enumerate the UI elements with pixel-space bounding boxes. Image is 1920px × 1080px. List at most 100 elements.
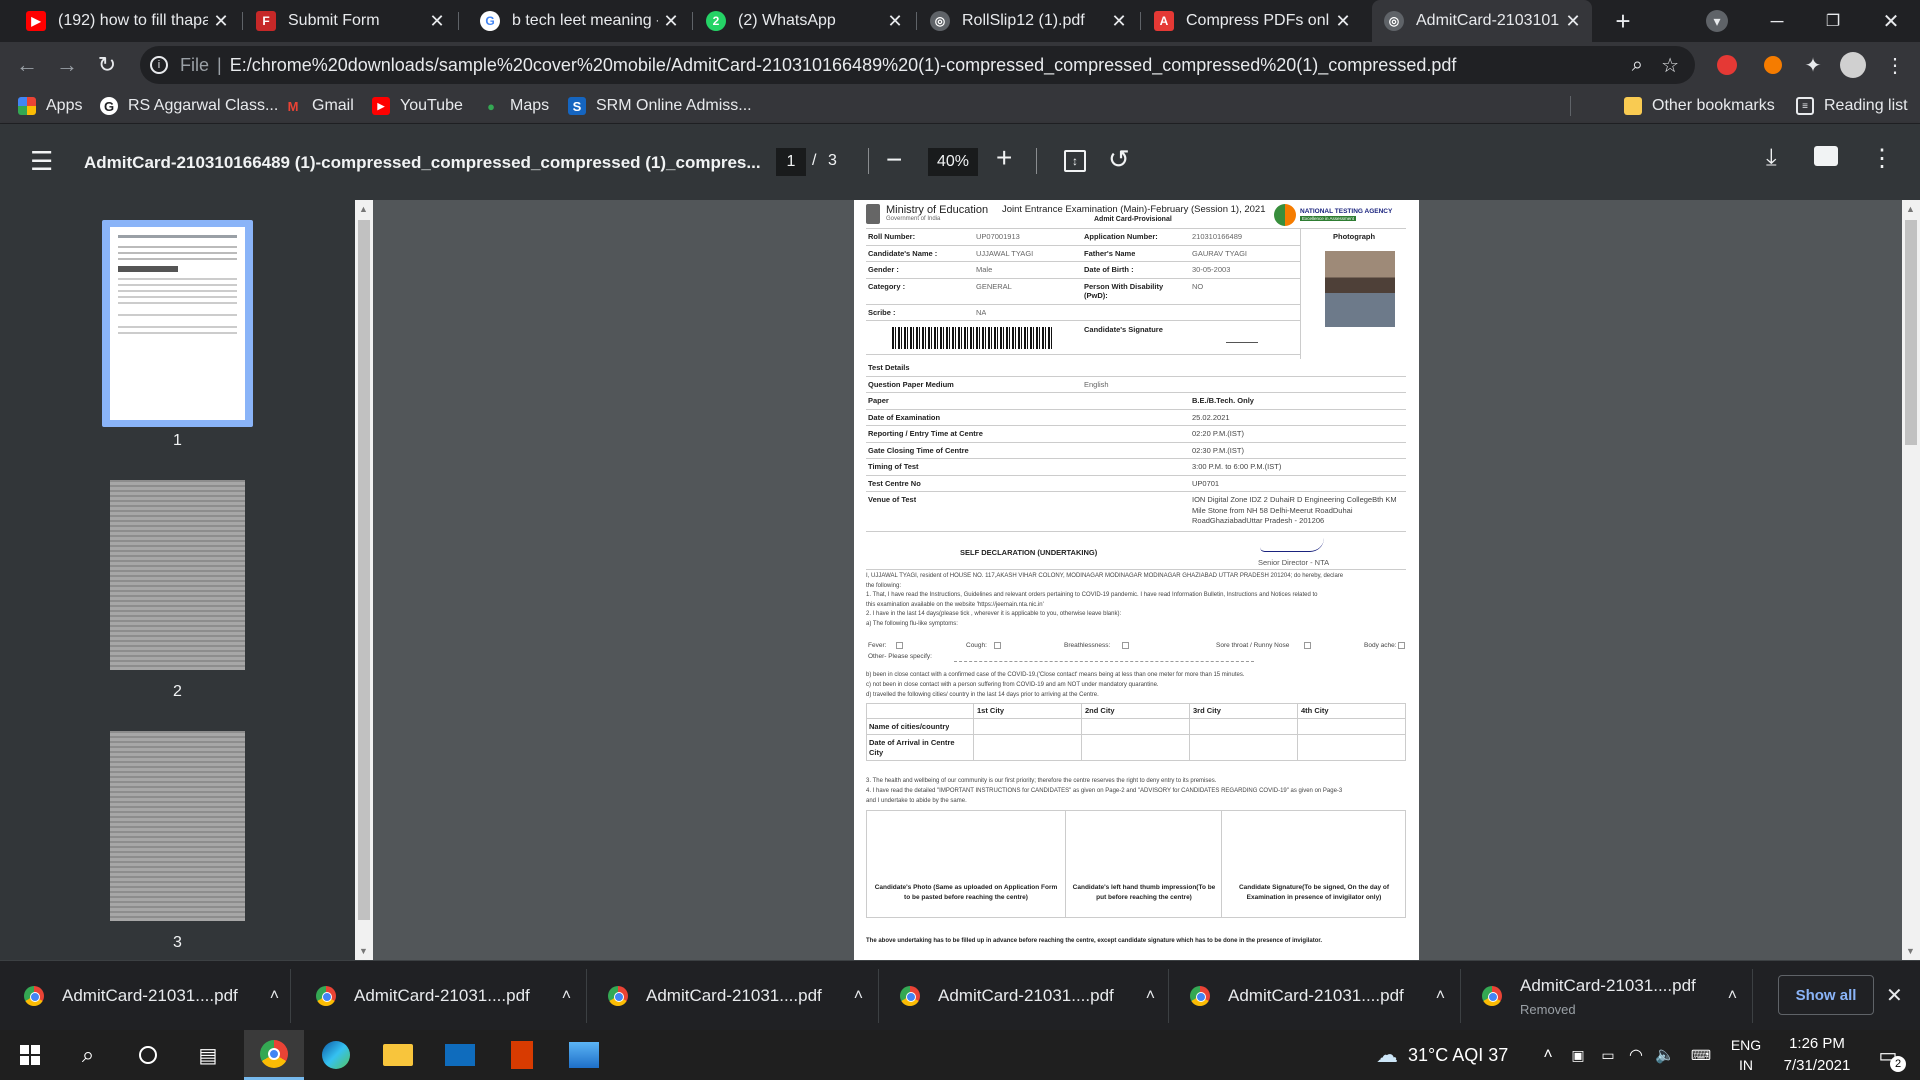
extension-red-icon[interactable]: [1712, 50, 1742, 80]
close-icon[interactable]: ✕: [1560, 11, 1586, 32]
chevron-up-icon[interactable]: ˄: [1536, 1030, 1560, 1080]
bookmark-gmail[interactable]: M Gmail: [284, 94, 354, 118]
bookmark-maps[interactable]: ● Maps: [482, 94, 549, 118]
close-icon[interactable]: ✕: [1330, 11, 1356, 32]
close-icon[interactable]: ✕: [658, 11, 684, 32]
scrollbar-thumb[interactable]: [1905, 220, 1917, 445]
keyboard-icon[interactable]: ⌨: [1684, 1030, 1718, 1080]
task-view-icon[interactable]: ▤: [184, 1030, 232, 1080]
zoom-in-button[interactable]: +: [996, 142, 1012, 174]
bookmark-apps[interactable]: Apps: [18, 94, 82, 118]
taskbar-photos[interactable]: [554, 1030, 614, 1080]
taskbar-mail[interactable]: [430, 1030, 490, 1080]
thumbnail-page-3[interactable]: [110, 731, 245, 921]
chevron-up-icon[interactable]: ˄: [270, 987, 279, 1005]
menu-icon[interactable]: ☰: [30, 146, 53, 177]
language-indicator[interactable]: ENG IN: [1724, 1030, 1768, 1080]
tab-submit-form[interactable]: F Submit Form ✕: [244, 0, 456, 42]
start-button[interactable]: [6, 1030, 54, 1080]
close-icon[interactable]: ✕: [882, 11, 908, 32]
close-icon[interactable]: ✕: [208, 11, 234, 32]
symptom-checkbox[interactable]: [1398, 642, 1405, 649]
right-scrollbar[interactable]: ▲ ▼: [1902, 200, 1920, 960]
tab-youtube[interactable]: ▶ (192) how to fill thapar ✕: [14, 0, 240, 42]
print-icon[interactable]: [1814, 146, 1838, 166]
battery-icon[interactable]: ▭: [1594, 1030, 1622, 1080]
tab-rollslip[interactable]: ◎ RollSlip12 (1).pdf ✕: [918, 0, 1138, 42]
minimize-button[interactable]: ─: [1762, 6, 1792, 36]
scroll-up-icon[interactable]: ▲: [1906, 204, 1915, 214]
symptom-checkbox[interactable]: [1122, 642, 1129, 649]
wifi-icon[interactable]: ◠: [1624, 1030, 1648, 1080]
address-bar[interactable]: i File | E:/chrome%20downloads/sample%20…: [140, 46, 1695, 84]
chevron-up-icon[interactable]: ˄: [1728, 987, 1737, 1005]
new-tab-button[interactable]: +: [1608, 6, 1638, 36]
download-item-removed[interactable]: AdmitCard-21031....pdf Removed ˄: [1482, 961, 1737, 1031]
download-item[interactable]: AdmitCard-21031....pdf ˄: [608, 961, 863, 1031]
download-item[interactable]: AdmitCard-21031....pdf ˄: [1190, 961, 1445, 1031]
tab-google-search[interactable]: G b tech leet meaning - ✕: [468, 0, 690, 42]
taskbar-office[interactable]: [492, 1030, 552, 1080]
chevron-up-icon[interactable]: ˄: [1436, 987, 1445, 1005]
volume-icon[interactable]: 🔈: [1650, 1030, 1680, 1080]
zoom-input[interactable]: 40%: [928, 148, 978, 176]
tab-whatsapp[interactable]: 2 (2) WhatsApp ✕: [694, 0, 914, 42]
reading-list[interactable]: ≡ Reading list: [1796, 94, 1908, 118]
restore-button[interactable]: ❐: [1818, 6, 1848, 36]
close-downloads-icon[interactable]: ✕: [1886, 983, 1903, 1008]
left-scrollbar[interactable]: ▲ ▼: [355, 200, 373, 960]
rotate-icon[interactable]: ↺: [1108, 144, 1130, 175]
scroll-down-icon[interactable]: ▼: [359, 946, 368, 956]
taskbar-chrome[interactable]: [244, 1030, 304, 1080]
bookmark-srm[interactable]: S SRM Online Admiss...: [568, 94, 752, 118]
tab-compress-pdf[interactable]: A Compress PDFs online ✕: [1142, 0, 1362, 42]
back-button[interactable]: ←: [12, 50, 42, 80]
download-item[interactable]: AdmitCard-21031....pdf ˄: [316, 961, 571, 1031]
scrollbar-thumb[interactable]: [358, 220, 370, 920]
clock[interactable]: 1:26 PM 7/31/2021: [1772, 1030, 1862, 1080]
close-icon[interactable]: ✕: [1106, 11, 1132, 32]
download-item[interactable]: AdmitCard-21031....pdf ˄: [900, 961, 1155, 1031]
show-all-button[interactable]: Show all: [1778, 975, 1874, 1015]
symptom-checkbox[interactable]: [896, 642, 903, 649]
cortana-button[interactable]: [124, 1030, 172, 1080]
profile-avatar[interactable]: [1838, 50, 1868, 80]
chevron-up-icon[interactable]: ˄: [562, 987, 571, 1005]
reload-button[interactable]: ↻: [92, 50, 122, 80]
thumbnail-page-2[interactable]: [110, 480, 245, 670]
download-item[interactable]: AdmitCard-21031....pdf ˄: [24, 961, 279, 1031]
scroll-down-icon[interactable]: ▼: [1906, 946, 1915, 956]
forward-button[interactable]: →: [52, 50, 82, 80]
symptom-checkbox[interactable]: [1304, 642, 1311, 649]
chevron-up-icon[interactable]: ˄: [854, 987, 863, 1005]
close-window-button[interactable]: ✕: [1876, 6, 1906, 36]
thumbnail-page-1[interactable]: [110, 227, 245, 420]
notification-center[interactable]: ▭ 2: [1868, 1030, 1908, 1080]
bookmark-rs-aggarwal[interactable]: G RS Aggarwal Class...: [100, 94, 278, 118]
info-icon[interactable]: i: [150, 56, 168, 74]
bookmark-youtube[interactable]: ▶ YouTube: [372, 94, 463, 118]
more-actions-icon[interactable]: ⋮: [1870, 144, 1894, 173]
fit-page-icon[interactable]: ↕: [1064, 150, 1086, 172]
taskbar-edge[interactable]: [306, 1030, 366, 1080]
search-icon[interactable]: ⌕: [64, 1030, 112, 1080]
download-icon[interactable]: ⤓: [1766, 144, 1777, 172]
zoom-out-button[interactable]: −: [886, 144, 902, 176]
chevron-up-icon[interactable]: ˄: [1146, 987, 1155, 1005]
scroll-up-icon[interactable]: ▲: [359, 204, 368, 214]
extensions-puzzle-icon[interactable]: ✦: [1798, 50, 1828, 80]
weather-widget[interactable]: ☁ 31°C AQI 37: [1376, 1030, 1508, 1080]
page-number-input[interactable]: 1: [776, 148, 806, 176]
bookmark-other[interactable]: Other bookmarks: [1624, 94, 1775, 118]
url-text[interactable]: E:/chrome%20downloads/sample%20cover%20m…: [230, 55, 1630, 76]
tab-search-button[interactable]: ▾: [1706, 10, 1728, 32]
taskbar-file-explorer[interactable]: [368, 1030, 428, 1080]
device-icon[interactable]: ▣: [1566, 1030, 1590, 1080]
close-icon[interactable]: ✕: [424, 11, 450, 32]
extension-fire-icon[interactable]: [1758, 50, 1788, 80]
zoom-icon[interactable]: ⌕: [1632, 54, 1643, 77]
tab-admitcard-active[interactable]: ◎ AdmitCard-21031016 ✕: [1372, 0, 1592, 42]
chrome-menu-icon[interactable]: ⋮: [1880, 50, 1910, 80]
symptom-checkbox[interactable]: [994, 642, 1001, 649]
star-icon[interactable]: ☆: [1661, 53, 1679, 78]
